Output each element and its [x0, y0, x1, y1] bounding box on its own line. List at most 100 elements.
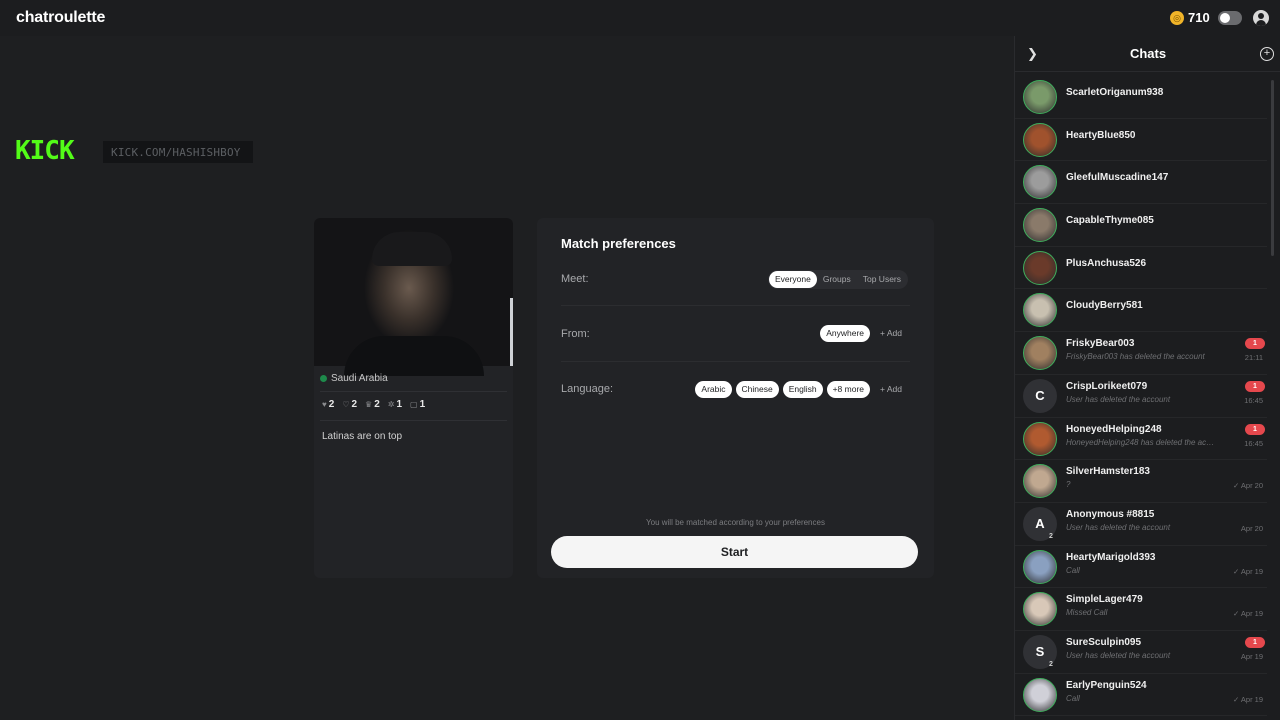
app-logo[interactable]: chatroulette: [16, 9, 105, 27]
language-chip-arabic[interactable]: Arabic: [695, 381, 732, 398]
stream-overlay: KICK KICK.COM/HASHISHBOY: [0, 136, 253, 166]
unread-badge: 1: [1245, 380, 1265, 392]
match-preferences-panel: Match preferences Meet: Everyone Groups …: [537, 218, 934, 578]
chat-last-message: FriskyBear003 has deleted the account: [1066, 352, 1205, 362]
chat-last-message: User has deleted the account: [1066, 394, 1171, 404]
chats-header: ❯ Chats +: [1015, 36, 1280, 72]
gift-icon: ▢: [410, 400, 418, 409]
chat-username: ScarletOriganum938: [1066, 87, 1164, 98]
chat-list-item[interactable]: C CrispLorikeet079 User has deleted the ac…: [1015, 375, 1267, 418]
profile-bio: Latinas are on top: [322, 431, 403, 442]
chat-list-item[interactable]: HoneyedHelping248 HoneyedHelping248 has d…: [1015, 418, 1267, 461]
from-label: From:: [561, 328, 590, 340]
language-chip-more[interactable]: +8 more: [826, 381, 871, 398]
chat-list-item[interactable]: CloudyBerry581: [1015, 289, 1267, 333]
chat-last-message: User has deleted the account: [1066, 522, 1171, 532]
country-label: Saudi Arabia: [320, 373, 388, 384]
chat-username: CloudyBerry581: [1066, 300, 1143, 312]
avatar-member-count: 2: [1049, 532, 1053, 540]
chat-username: SimpleLager479: [1066, 594, 1143, 606]
chat-username: PlusAnchusa526: [1066, 257, 1147, 269]
star-icon: ✲: [387, 400, 395, 409]
chats-sidebar: ❯ Chats + ScarletOriganum938 HeartyBlue85…: [1014, 36, 1280, 720]
meet-option-everyone[interactable]: Everyone: [768, 271, 817, 288]
chat-username: HoneyedHelping248: [1066, 423, 1162, 435]
chat-list-item[interactable]: PlusAnchusa526: [1015, 247, 1267, 290]
coin-balance[interactable]: ◎ 710: [1170, 10, 1210, 25]
chat-list-item[interactable]: A 2 Anonymous #8815 User has deleted the ac…: [1015, 503, 1267, 546]
overlay-url: KICK.COM/HASHISHBOY: [111, 146, 241, 159]
camera-edge: [510, 298, 513, 366]
chat-username: HeartyMarigold393: [1066, 551, 1156, 563]
start-button[interactable]: Start: [551, 536, 918, 568]
avatar: [1023, 421, 1057, 456]
camera-hair: [372, 232, 452, 266]
chat-list-item[interactable]: SimpleLager479 Missed Call ✓ Apr 19: [1015, 588, 1267, 631]
chat-last-message: Call: [1066, 565, 1080, 575]
flag-icon: [320, 375, 327, 382]
avatar-member-count: 2: [1049, 660, 1053, 668]
meet-options: Everyone Groups Top Users: [767, 270, 908, 289]
stat-stars: ✲ 1: [387, 399, 403, 410]
profile-stats: ♥ 2 ♡ 2 ♛ 2 ✲ 1 ▢ 1: [322, 399, 425, 410]
unread-badge: 1: [1245, 423, 1265, 435]
crown-icon: ♛: [365, 400, 373, 409]
account-icon[interactable]: [1253, 10, 1269, 26]
avatar: [1023, 122, 1057, 157]
chats-title: Chats: [1129, 46, 1167, 61]
language-add-button[interactable]: + Add: [874, 381, 908, 398]
prefs-title: Match preferences: [561, 236, 676, 251]
heart-icon: ♥: [322, 400, 327, 409]
top-bar: chatroulette ◎ 710: [0, 0, 1280, 36]
new-chat-plus-icon[interactable]: +: [1260, 47, 1274, 61]
from-chip-anywhere[interactable]: Anywhere: [820, 325, 871, 342]
chat-list-item[interactable]: SilverHamster183? ✓ Apr 20: [1015, 460, 1267, 503]
chat-username: FriskyBear003: [1066, 338, 1135, 350]
chat-last-message: Call: [1066, 693, 1080, 703]
meet-segmented-control: Everyone Groups Top Users: [767, 270, 908, 289]
language-label: Language:: [561, 383, 613, 395]
chat-timestamp: ✓ Apr 19: [1232, 609, 1263, 619]
chat-username: SilverHamster183: [1066, 466, 1150, 478]
chat-list-item[interactable]: ScarletOriganum938: [1015, 76, 1267, 119]
chat-username: Anonymous #8815: [1066, 508, 1155, 520]
prefs-divider: [561, 361, 910, 362]
avatar: [1023, 208, 1057, 243]
chat-username: SureSculpin095: [1066, 636, 1142, 648]
unread-badge: 1: [1245, 636, 1265, 648]
prefs-divider: [561, 305, 910, 306]
coin-count: 710: [1188, 10, 1210, 25]
avatar: [1023, 336, 1057, 371]
chat-list-item[interactable]: HeartyBlue850: [1015, 119, 1267, 162]
from-add-button[interactable]: + Add: [874, 325, 908, 342]
coin-icon: ◎: [1170, 10, 1184, 25]
language-chip-chinese[interactable]: Chinese: [735, 381, 779, 398]
chat-list-item[interactable]: CapableThyme085: [1015, 204, 1267, 247]
chats-scrollbar[interactable]: [1271, 80, 1274, 256]
chat-list-item[interactable]: GleefulMuscadine147: [1015, 161, 1267, 205]
profile-divider: [320, 420, 507, 421]
heart-outline-icon: ♡: [342, 400, 350, 409]
language-chip-english[interactable]: English: [782, 381, 823, 398]
chat-username: EarlyPenguin524: [1066, 679, 1147, 691]
avatar: [1023, 293, 1057, 328]
chat-list-item[interactable]: S 2 SureSculpin095 User has deleted the acc…: [1015, 631, 1267, 674]
stat-likes: ♡ 2: [342, 399, 358, 410]
chat-list-item[interactable]: HeartyMarigold393 Call ✓ Apr 19: [1015, 546, 1267, 589]
chat-last-message: HoneyedHelping248 has deleted the accou.…: [1066, 437, 1216, 447]
chat-last-message: ?: [1066, 480, 1071, 490]
chat-timestamp: 21:11: [1244, 353, 1263, 363]
theme-toggle[interactable]: [1218, 11, 1242, 25]
chat-list-item[interactable]: FriskyBear003 FriskyBear003 has deleted t…: [1015, 332, 1267, 375]
avatar: [1023, 165, 1057, 200]
kick-logo: KICK: [15, 136, 75, 166]
avatar: [1023, 250, 1057, 285]
chat-list-item[interactable]: EarlyPenguin524 Call ✓ Apr 19: [1015, 674, 1267, 717]
chat-timestamp: ✓ Apr 20: [1232, 481, 1263, 491]
chat-username: CapableThyme085: [1066, 215, 1154, 227]
meet-option-top-users[interactable]: Top Users: [857, 271, 907, 288]
chat-timestamp: 16:45: [1244, 438, 1263, 448]
avatar: [1023, 592, 1057, 627]
meet-option-groups[interactable]: Groups: [817, 271, 857, 288]
avatar: [1023, 464, 1057, 499]
